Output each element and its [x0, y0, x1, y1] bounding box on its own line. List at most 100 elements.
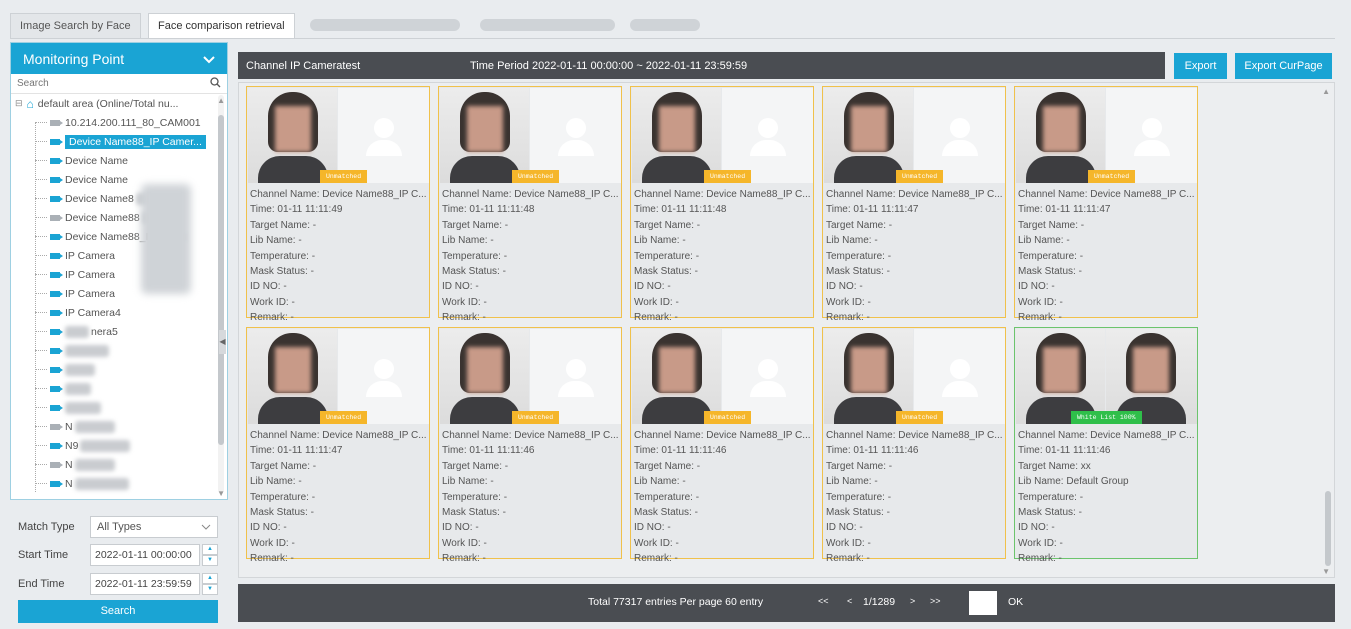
result-card[interactable]: Unmatched Channel Name: Device Name88_IP …	[246, 86, 430, 323]
next-page-button[interactable]: >	[910, 596, 915, 606]
home-icon: ⌂	[26, 96, 34, 111]
tree-scrollbar[interactable]	[218, 95, 224, 493]
prev-page-button[interactable]: <	[847, 596, 852, 606]
scroll-down-icon[interactable]: ▼	[217, 489, 225, 498]
search-button[interactable]: Search	[18, 600, 218, 623]
tree-item-device[interactable]: Device Name8	[11, 189, 227, 208]
match-type-select[interactable]: All Types	[90, 516, 218, 538]
work-id: Work ID: -	[826, 537, 871, 549]
tree-item-device[interactable]: IP Camera	[11, 284, 227, 303]
tree-scrollbar-thumb[interactable]	[218, 115, 224, 445]
tree-item-device[interactable]: Device Name88_I	[11, 227, 227, 246]
start-time-input[interactable]: 2022-01-11 00:00:00	[90, 544, 200, 566]
export-button[interactable]: Export	[1174, 53, 1227, 79]
spin-down-icon[interactable]: ▼	[202, 584, 218, 595]
channel-name: Channel Name: Device Name88_IP C...	[1018, 189, 1195, 200]
mask-status: Mask Status: -	[442, 507, 506, 519]
result-card[interactable]: Unmatched Channel Name: Device Name88_IP …	[438, 86, 622, 323]
result-card[interactable]: Unmatched Channel Name: Device Name88_IP …	[438, 327, 622, 564]
scroll-down-icon[interactable]: ▼	[1322, 567, 1330, 576]
match-status-badge: Unmatched	[512, 170, 560, 183]
monitoring-point-header[interactable]: Monitoring Point	[11, 43, 227, 74]
result-card[interactable]: Unmatched Channel Name: Device Name88_IP …	[630, 327, 814, 564]
export-curpage-button[interactable]: Export CurPage	[1235, 53, 1332, 79]
remark: Remark: -	[826, 553, 870, 565]
tree-item-device[interactable]	[11, 379, 227, 398]
camera-icon	[50, 423, 63, 430]
mask-status: Mask Status: -	[1018, 507, 1082, 519]
start-time-spinner[interactable]: ▲ ▼	[202, 544, 218, 566]
camera-icon	[50, 157, 63, 164]
tab-face-comparison-retrieval[interactable]: Face comparison retrieval	[148, 13, 295, 38]
tree-item-device[interactable]: IP Camera4	[11, 303, 227, 322]
collapse-icon[interactable]: ⊟	[15, 98, 23, 109]
first-page-button[interactable]: <<	[818, 596, 829, 606]
result-card[interactable]: White List 100% Channel Name: Device Name…	[1014, 327, 1198, 564]
lib-name: Lib Name: -	[826, 476, 878, 488]
ok-button[interactable]: OK	[1008, 596, 1023, 608]
tree-item-device[interactable]	[11, 360, 227, 379]
id-no: ID NO: -	[1018, 522, 1055, 534]
result-info: Channel Name: Device Name88_IP C... Time:…	[1018, 187, 1197, 326]
last-page-button[interactable]: >>	[930, 596, 941, 606]
search-icon[interactable]	[210, 76, 221, 91]
capture-time: Time: 01-11 11:11:47	[1018, 204, 1111, 216]
grid-scrollbar[interactable]	[1325, 91, 1331, 571]
tree-item-device[interactable]: N	[11, 417, 227, 436]
tree-item-device[interactable]	[11, 341, 227, 360]
id-no: ID NO: -	[634, 522, 671, 534]
result-info: Channel Name: Device Name88_IP C... Time:…	[826, 187, 1005, 326]
obscured-tab	[630, 19, 700, 31]
face-placeholder	[1106, 88, 1197, 183]
tree-item-device[interactable]: nera5	[11, 322, 227, 341]
tree-item-device[interactable]: IP Camera	[11, 265, 227, 284]
scroll-up-icon[interactable]: ▲	[1322, 87, 1330, 96]
spin-up-icon[interactable]: ▲	[202, 573, 218, 584]
spin-up-icon[interactable]: ▲	[202, 544, 218, 555]
lib-name: Lib Name: -	[1018, 235, 1070, 247]
tree-item-device[interactable]: 10.214.200.111_80_CAM001	[11, 113, 227, 132]
face-placeholder	[722, 329, 813, 424]
face-placeholder	[914, 88, 1005, 183]
scroll-up-icon[interactable]: ▲	[217, 96, 225, 105]
result-card[interactable]: Unmatched Channel Name: Device Name88_IP …	[822, 327, 1006, 564]
lib-name: Lib Name: -	[634, 235, 686, 247]
tree-item-device[interactable]: Device Name	[11, 151, 227, 170]
end-time-input[interactable]: 2022-01-11 23:59:59	[90, 573, 200, 595]
tree-item-label: IP Camera4	[65, 306, 121, 319]
grid-scrollbar-thumb[interactable]	[1325, 491, 1331, 566]
tree-item-device[interactable]: N9	[11, 436, 227, 455]
mask-status: Mask Status: -	[1018, 266, 1082, 278]
tree-item-device[interactable]: N	[11, 474, 227, 493]
result-info: Channel Name: Device Name88_IP C... Time:…	[826, 428, 1005, 567]
result-card[interactable]: Unmatched Channel Name: Device Name88_IP …	[822, 86, 1006, 323]
tab-image-search-by-face[interactable]: Image Search by Face	[10, 13, 141, 38]
tree-item-label: Device Name8	[65, 192, 134, 205]
target-name: Target Name: -	[1018, 219, 1085, 231]
tree-item-device[interactable]: IP Camera	[11, 246, 227, 265]
tree-item-device[interactable]: N	[11, 455, 227, 474]
obscured-tab	[310, 19, 460, 31]
panel-collapse-handle[interactable]: ◀	[219, 330, 226, 354]
tree-item-device[interactable]: Device Name88	[11, 208, 227, 227]
tree-item-device-selected[interactable]: Device Name88_IP Camer...	[11, 132, 227, 151]
end-time-spinner[interactable]: ▲ ▼	[202, 573, 218, 595]
capture-time: Time: 01-11 11:11:46	[1018, 445, 1111, 457]
target-name: Target Name: -	[442, 219, 509, 231]
tree-item-device[interactable]	[11, 398, 227, 417]
spin-down-icon[interactable]: ▼	[202, 555, 218, 566]
capture-time: Time: 01-11 11:11:48	[634, 204, 727, 216]
result-card[interactable]: Unmatched Channel Name: Device Name88_IP …	[1014, 86, 1198, 323]
result-card[interactable]: Unmatched Channel Name: Device Name88_IP …	[246, 327, 430, 564]
page-number-input[interactable]	[969, 591, 997, 615]
face-placeholder	[338, 88, 429, 183]
camera-icon	[50, 233, 63, 240]
camera-icon	[50, 480, 63, 487]
tree-item-device[interactable]: Device Name	[11, 170, 227, 189]
result-card[interactable]: Unmatched Channel Name: Device Name88_IP …	[630, 86, 814, 323]
tree-root-default-area[interactable]: ⊟ ⌂ default area (Online/Total nu...	[11, 94, 227, 113]
tree-search-input[interactable]	[17, 78, 210, 89]
person-icon	[758, 118, 778, 138]
person-icon-body	[1134, 140, 1170, 156]
chevron-down-icon[interactable]	[203, 51, 215, 67]
